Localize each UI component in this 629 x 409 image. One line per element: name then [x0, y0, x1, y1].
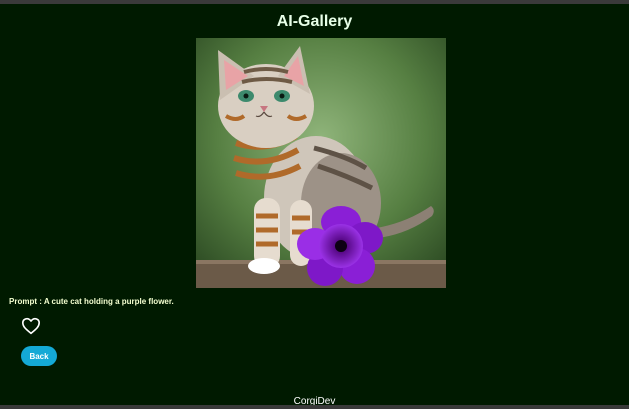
generated-image: [196, 38, 446, 288]
cat-flower-illustration: [196, 38, 446, 288]
footer-credit: CorgiDev: [293, 396, 336, 405]
back-button[interactable]: Back: [21, 346, 57, 366]
like-button[interactable]: [21, 317, 41, 335]
prompt-caption: Prompt : A cute cat holding a purple flo…: [9, 297, 174, 306]
prompt-label: Prompt :: [9, 297, 44, 306]
gallery-page: AI-Gallery Prompt: A cute cat holding a…: [0, 4, 629, 405]
page-title: AI-Gallery: [276, 13, 353, 30]
heart-outline-icon: [22, 317, 40, 335]
prompt-text: A cute cat holding a purple flower.: [43, 297, 174, 306]
window-bottom-edge: [0, 405, 629, 409]
